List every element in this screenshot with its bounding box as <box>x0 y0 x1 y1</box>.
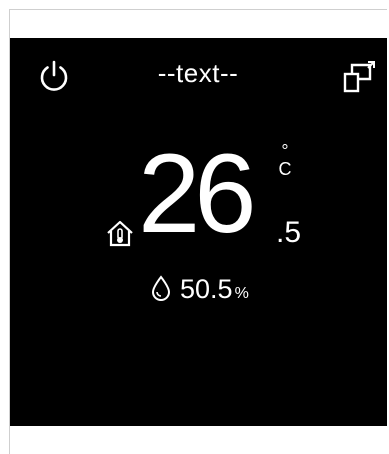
water-drop-icon <box>150 274 172 302</box>
temperature-integer: 26 <box>138 131 257 256</box>
power-icon <box>36 58 72 94</box>
temperature-decimal: .5 <box>276 216 302 249</box>
humidity-readout: 50.5% <box>180 274 249 309</box>
celsius-letter: C <box>278 159 292 179</box>
thermostat-screen: --text-- 26 ° C .5 50.5% <box>10 38 387 426</box>
switch-screen-button[interactable] <box>340 56 380 96</box>
power-button[interactable] <box>34 56 74 96</box>
degree-symbol: ° <box>281 141 289 161</box>
humidity-value: 50.5 <box>180 274 233 304</box>
humidity-unit: % <box>234 285 249 302</box>
temperature-unit: ° C <box>278 142 292 178</box>
switch-screen-icon <box>341 57 379 95</box>
house-thermometer-icon <box>105 218 135 248</box>
page-title: --text-- <box>157 58 239 88</box>
